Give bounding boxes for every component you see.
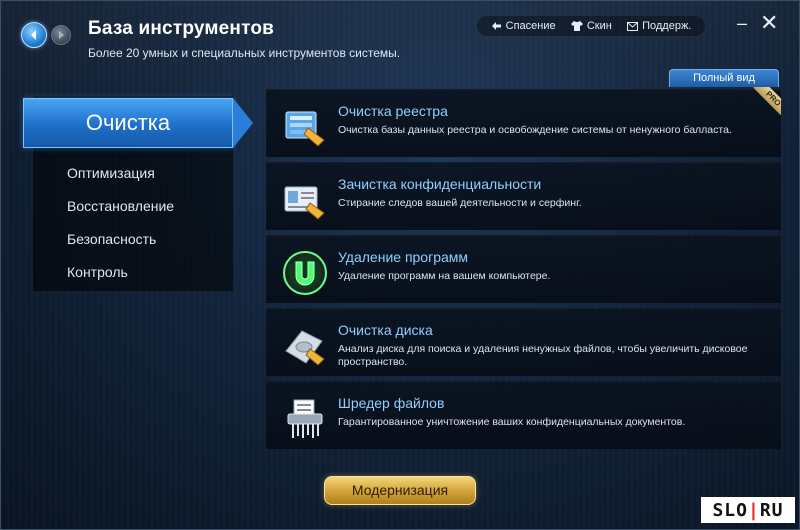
tool-title: Зачистка конфиденциальности (338, 176, 542, 192)
sidebar-item-control[interactable]: Контроль (67, 264, 128, 280)
pro-badge: PRO (753, 87, 781, 115)
watermark-left: SLO (712, 499, 748, 521)
tool-description: Удаление программ на вашем компьютере. (338, 270, 551, 282)
tool-card-uninstall[interactable]: Удаление программ Удаление программ на в… (266, 235, 781, 303)
tool-card-registry[interactable]: Очистка реестра Очистка базы данных реес… (266, 89, 781, 157)
full-view-button[interactable]: Полный вид (669, 69, 779, 87)
shirt-icon (570, 21, 583, 31)
back-button[interactable] (21, 22, 47, 48)
back-arrow-icon (31, 30, 36, 40)
forward-arrow-icon (59, 31, 64, 39)
support-link[interactable]: Поддерж. (627, 20, 691, 32)
rescue-icon (491, 22, 501, 30)
sidebar-item-security[interactable]: Безопасность (67, 231, 156, 247)
watermark-dot: | (747, 499, 760, 521)
app-window: База инструментов Более 20 умных и специ… (0, 0, 800, 530)
uninstaller-icon (283, 251, 327, 295)
watermark-right: RU (759, 499, 784, 521)
tool-description: Анализ диска для поиска и удаления ненуж… (338, 343, 748, 368)
sidebar-item-restore[interactable]: Восстановление (67, 198, 174, 214)
tool-title: Шредер файлов (338, 395, 445, 411)
tool-description: Стирание следов вашей деятельности и сер… (338, 197, 582, 209)
page-subtitle: Более 20 умных и специальных инструменто… (88, 46, 401, 60)
forward-button[interactable] (51, 25, 71, 45)
file-shredder-icon (287, 399, 323, 438)
privacy-sweep-icon (284, 186, 325, 220)
skin-link[interactable]: Скин (570, 20, 612, 32)
tool-title: Удаление программ (338, 249, 469, 265)
support-link-label: Поддерж. (642, 20, 692, 32)
tool-card-privacy[interactable]: Зачистка конфиденциальности Стирание сле… (266, 162, 781, 230)
mail-icon (627, 21, 639, 31)
tool-description: Гарантированное уничтожение ваших конфид… (338, 416, 686, 428)
close-button[interactable]: ✕ (760, 12, 778, 34)
tool-description: Очистка базы данных реестра и освобожден… (338, 124, 732, 136)
tool-title: Очистка диска (338, 322, 433, 338)
tool-title: Очистка реестра (338, 103, 448, 119)
site-watermark: SLO | RU (701, 497, 795, 523)
page-title: База инструментов (88, 18, 275, 39)
disk-cleaner-icon (285, 330, 325, 366)
top-links-bar: Спасение Скин Поддерж. (476, 15, 706, 37)
skin-link-label: Скин (586, 20, 612, 32)
sidebar-item-cleanup[interactable]: Очистка (23, 98, 233, 148)
sidebar-active-pointer (233, 98, 253, 148)
minimize-button[interactable]: – (737, 13, 747, 33)
tool-card-shredder[interactable]: Шредер файлов Гарантированное уничтожени… (266, 381, 781, 449)
upgrade-button[interactable]: Модернизация (324, 476, 476, 505)
pro-badge-label: PRO (753, 87, 781, 115)
rescue-link[interactable]: Спасение (491, 20, 556, 32)
registry-cleaner-icon (285, 111, 325, 147)
sidebar-item-optimization[interactable]: Оптимизация (67, 165, 155, 181)
rescue-link-label: Спасение (505, 20, 556, 32)
tool-card-disk[interactable]: Очистка диска Анализ диска для поиска и … (266, 308, 781, 376)
